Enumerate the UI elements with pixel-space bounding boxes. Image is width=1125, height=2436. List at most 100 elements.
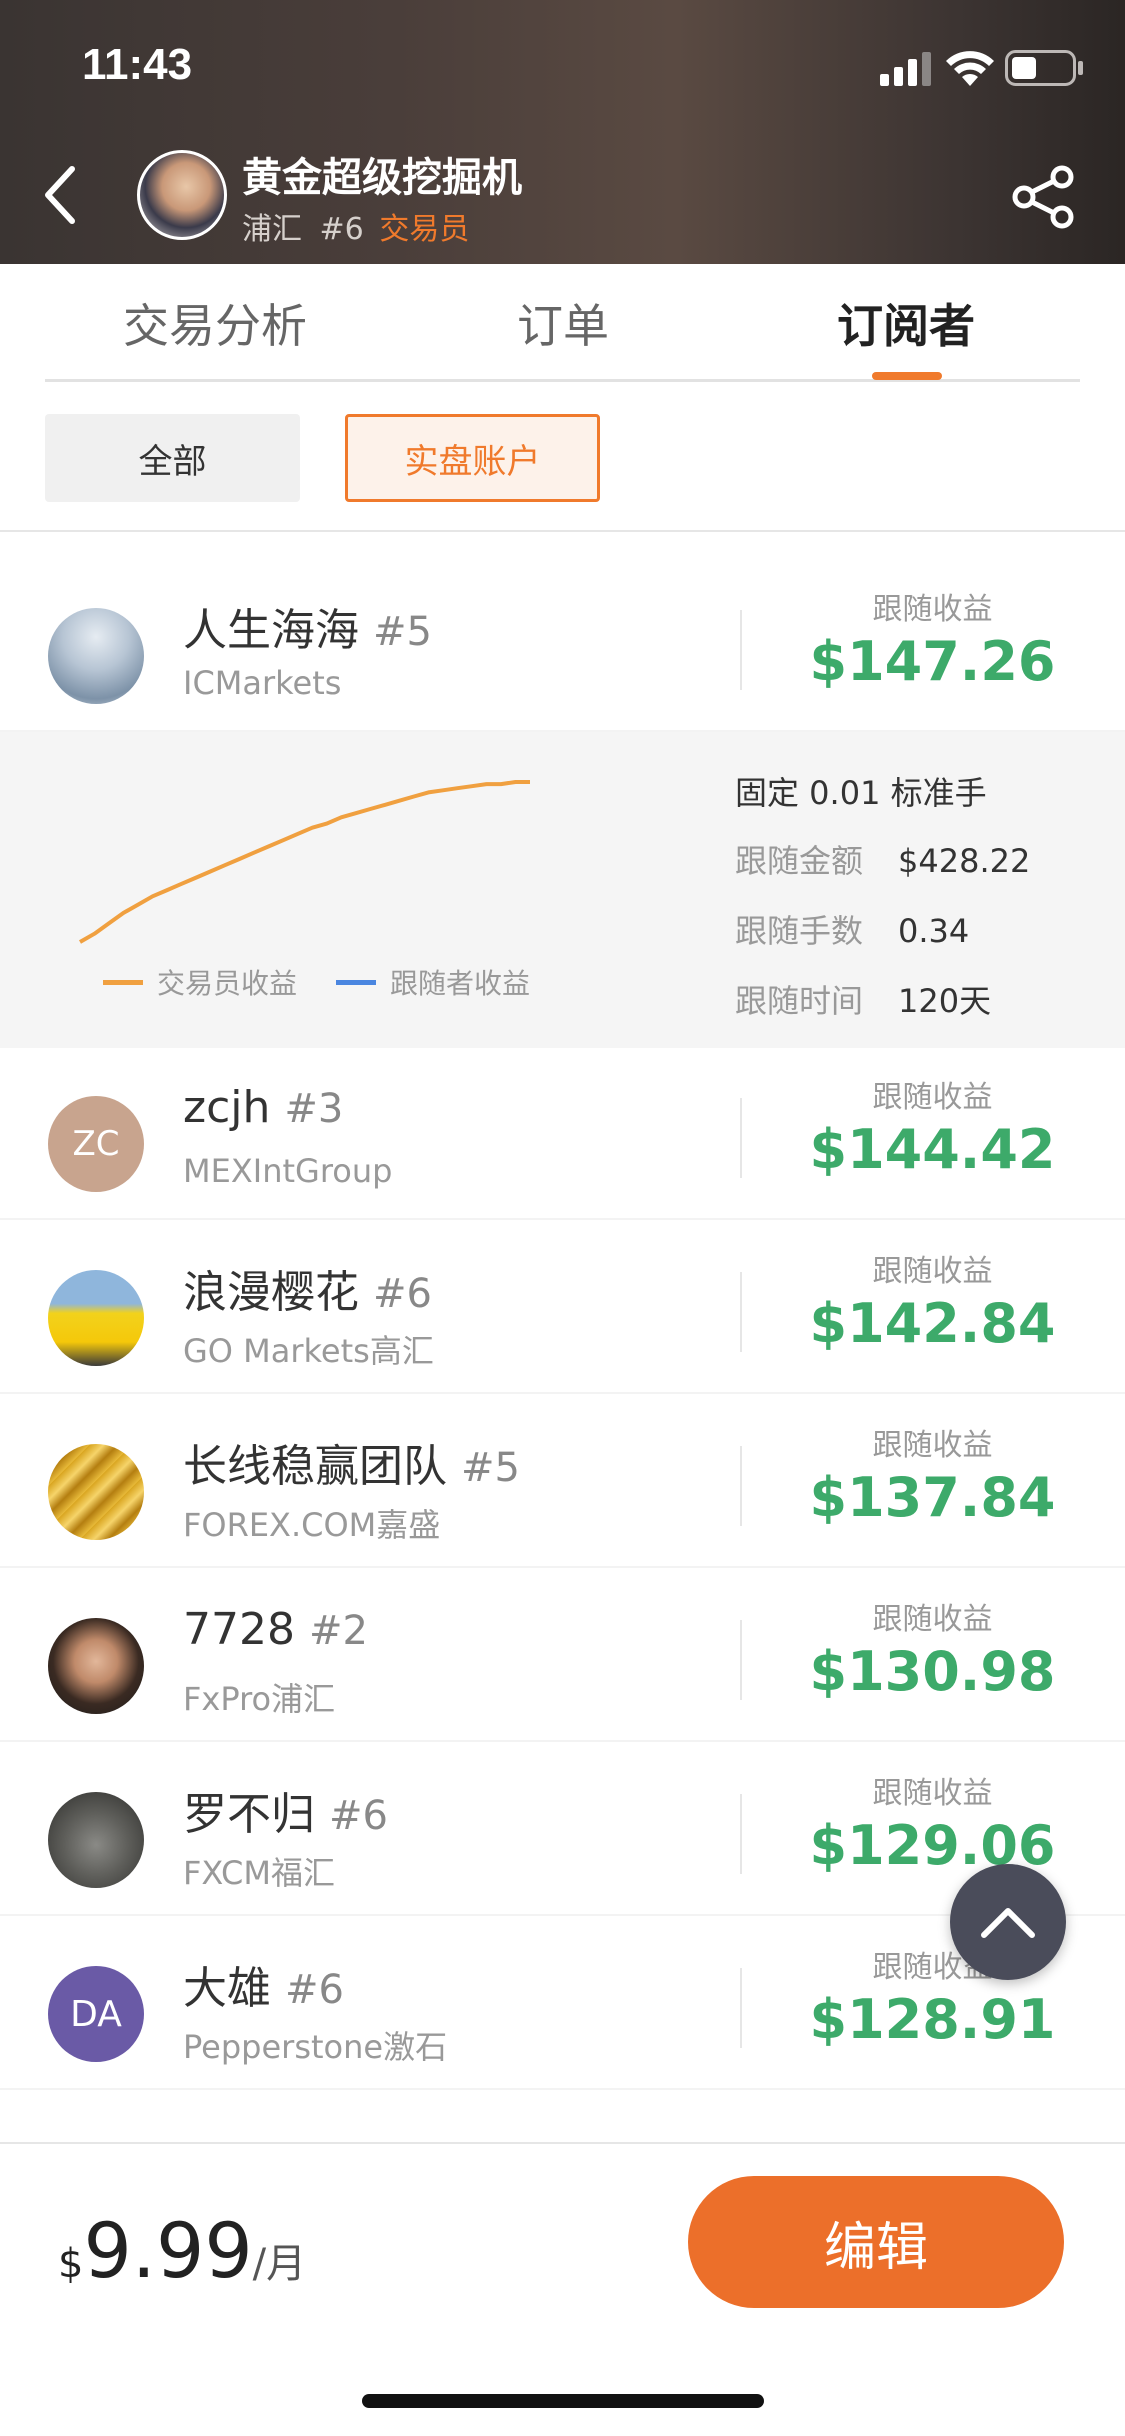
profit-label: 跟随收益: [872, 1776, 993, 1811]
subscriber-broker: FxPro浦汇: [183, 1680, 336, 1718]
subscriber-avatar: [48, 1444, 144, 1540]
subscriber-name: 人生海海: [183, 605, 359, 656]
subscriber-rank: #5: [461, 1445, 520, 1491]
subscriber-rank: #2: [308, 1608, 368, 1654]
profit-value: $147.26: [809, 630, 1056, 693]
legend-label-trader: 交易员收益: [157, 967, 298, 1000]
profit-label: 跟随收益: [872, 1080, 993, 1115]
share-icon[interactable]: [1010, 165, 1080, 229]
scroll-to-top-button[interactable]: [950, 1864, 1066, 1980]
chevron-left-icon: [45, 166, 75, 224]
info-row-duration: 跟随时间 120天: [735, 976, 991, 1022]
filter-all[interactable]: 全部: [45, 414, 300, 502]
subscriber-detail-panel: 交易员收益 跟随者收益 固定 0.01 标准手 跟随金额 $428.22 跟随手数…: [0, 732, 1125, 1048]
info-row-amount: 跟随金额 $428.22: [735, 836, 1030, 882]
subscriber-row[interactable]: 长线稳赢团队 #5 FOREX.COM嘉盛 跟随收益 $137.84: [0, 1396, 1125, 1568]
home-indicator: [362, 2394, 764, 2408]
profit-value: $142.84: [809, 1292, 1056, 1355]
wifi-icon: [946, 51, 994, 86]
tab-orders[interactable]: 订单: [517, 290, 609, 356]
subscriber-name-line: 7728 #2: [183, 1604, 368, 1655]
chevron-up-icon: [981, 1908, 1035, 1938]
subscriber-avatar: [48, 608, 144, 704]
trader-name: 黄金超级挖掘机: [242, 155, 522, 201]
lot-info: 固定 0.01 标准手: [735, 774, 987, 812]
profit-label: 跟随收益: [872, 1254, 993, 1289]
profit-value: $137.84: [809, 1466, 1056, 1529]
subscriber-name: 7728: [183, 1604, 295, 1655]
info-value: $428.22: [898, 842, 1031, 880]
edit-button[interactable]: 编辑: [688, 2176, 1064, 2308]
subscriber-name: 浪漫樱花: [183, 1267, 359, 1318]
subscriber-broker: FOREX.COM嘉盛: [183, 1506, 441, 1544]
bottom-bar: $9.99/月 编辑: [0, 2142, 1125, 2436]
avatar-initials: DA: [70, 1993, 122, 2035]
tab-subscribers[interactable]: 订阅者: [837, 290, 975, 356]
subscriber-name-line: 罗不归 #6: [183, 1778, 388, 1842]
status-bar: 11:43: [0, 0, 1125, 140]
subscriber-avatar: DA: [48, 1966, 144, 2062]
subscriber-name: 大雄: [183, 1963, 271, 2014]
subscriber-name-line: zcjh #3: [183, 1082, 343, 1133]
filter-live-account[interactable]: 实盘账户: [345, 414, 600, 502]
subscriber-row[interactable]: 浪漫樱花 #6 GO Markets高汇 跟随收益 $142.84: [0, 1222, 1125, 1394]
profit-label: 跟随收益: [872, 1602, 993, 1637]
profit-label: 跟随收益: [872, 1950, 993, 1985]
subscriber-name: zcjh: [183, 1082, 271, 1133]
tab-bar: 交易分析 订单 订阅者: [45, 264, 1080, 382]
trader-role: 交易员: [379, 212, 470, 247]
profit-value: $130.98: [809, 1640, 1056, 1703]
subscriber-name-line: 大雄 #6: [183, 1952, 344, 2016]
subscriber-broker: Pepperstone激石: [183, 2028, 448, 2066]
info-key: 跟随时间: [735, 982, 864, 1020]
subscriber-name-line: 浪漫樱花 #6: [183, 1256, 432, 1320]
avatar-initials: ZC: [72, 1124, 120, 1164]
price-amount: 9.99: [83, 2206, 253, 2295]
subscription-price: $9.99/月: [58, 2206, 306, 2295]
subscriber-rank: #3: [284, 1086, 344, 1132]
info-value: 120天: [898, 982, 992, 1020]
subscriber-name-line: 长线稳赢团队 #5: [183, 1430, 520, 1494]
profit-value: $129.06: [809, 1814, 1056, 1877]
subscriber-broker: FXCM福汇: [183, 1854, 335, 1892]
subscriber-avatar: [48, 1270, 144, 1366]
legend-trader: 交易员收益: [103, 962, 297, 1002]
signal-icon: [880, 52, 931, 86]
trader-broker: 浦汇: [242, 212, 302, 247]
info-key: 跟随手数: [735, 912, 864, 950]
subscriber-rank: #6: [285, 1967, 344, 2013]
profit-label: 跟随收益: [872, 592, 993, 627]
subscriber-row[interactable]: 人生海海 #5 ICMarkets 跟随收益 $147.26: [0, 560, 1125, 732]
subscriber-row[interactable]: 罗不归 #6 FXCM福汇 跟随收益 $129.06: [0, 1744, 1125, 1916]
back-button[interactable]: [30, 155, 90, 235]
profit-value: $144.42: [809, 1118, 1056, 1181]
header-bar: 11:43 黄金超级挖掘机 浦汇 #6 交易员: [0, 0, 1125, 264]
subscriber-rank: #6: [329, 1793, 388, 1839]
trader-meta: 浦汇 #6 交易员: [242, 204, 469, 248]
subscriber-avatar: [48, 1792, 144, 1888]
subscriber-avatar: ZC: [48, 1096, 144, 1192]
info-row-lots: 跟随手数 0.34: [735, 906, 969, 952]
info-key: 跟随金额: [735, 842, 864, 880]
price-unit: /月: [252, 2241, 307, 2287]
subscriber-name: 长线稳赢团队: [183, 1441, 447, 1492]
trader-avatar[interactable]: [137, 150, 227, 240]
subscriber-avatar: [48, 1618, 144, 1714]
active-tab-indicator: [872, 372, 942, 380]
price-currency: $: [58, 2241, 84, 2287]
subscriber-rank: #6: [373, 1271, 432, 1317]
legend-label-follower: 跟随者收益: [390, 967, 531, 1000]
trader-rank: #6: [319, 212, 364, 247]
profit-chart: [79, 780, 530, 944]
tab-analysis[interactable]: 交易分析: [123, 290, 307, 356]
profit-value: $128.91: [809, 1988, 1056, 2051]
subscriber-broker: ICMarkets: [183, 664, 342, 702]
subscriber-broker: MEXIntGroup: [183, 1152, 393, 1190]
subscriber-name: 罗不归: [183, 1789, 315, 1840]
subscriber-row[interactable]: ZC zcjh #3 MEXIntGroup 跟随收益 $144.42: [0, 1048, 1125, 1220]
subscriber-row[interactable]: 7728 #2 FxPro浦汇 跟随收益 $130.98: [0, 1570, 1125, 1742]
legend-swatch-follower: [336, 979, 376, 985]
subscriber-broker: GO Markets高汇: [183, 1332, 434, 1370]
legend-follower: 跟随者收益: [336, 962, 530, 1002]
info-value: 0.34: [898, 912, 970, 950]
